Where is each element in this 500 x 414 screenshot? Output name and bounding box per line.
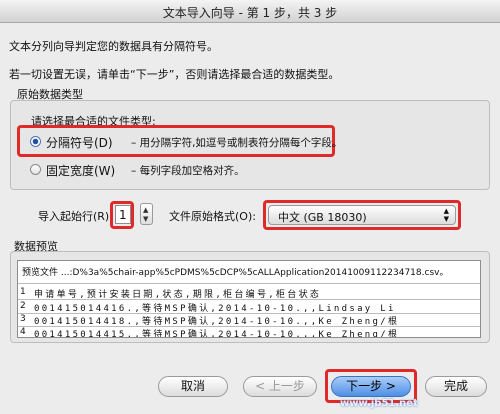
original-type-group: 请选择最合适的文件类型: 分隔符号(D) – 用分隔字符,如逗号或制表符分隔每个… bbox=[10, 100, 490, 190]
title-bar: 文本导入向导 - 第 1 步，共 3 步 bbox=[0, 0, 500, 23]
stepper-down-icon[interactable]: ▼ bbox=[143, 216, 148, 223]
preview-divider bbox=[18, 283, 480, 284]
window-title: 文本导入向导 - 第 1 步，共 3 步 bbox=[162, 6, 338, 20]
start-row-label: 导入起始行(R): bbox=[38, 210, 113, 223]
preview-row-number: 4 bbox=[20, 327, 26, 337]
file-origin-value: 中文 (GB 18030) bbox=[278, 211, 367, 224]
file-origin-select[interactable]: 中文 (GB 18030) ▲ ▼ bbox=[268, 205, 456, 225]
preview-row-number: 1 bbox=[20, 287, 26, 297]
preview-row-number: 3 bbox=[20, 314, 26, 324]
watermark-logo: www.jb51.net bbox=[340, 398, 418, 409]
fixed-width-description: – 每列字段加空格对齐。 bbox=[131, 165, 245, 177]
delimited-radio[interactable] bbox=[30, 136, 41, 147]
start-row-input[interactable]: 1 bbox=[115, 205, 131, 224]
preview-divider bbox=[18, 299, 480, 300]
file-origin-label: 文件原始格式(O): bbox=[169, 210, 256, 223]
select-arrows-icon: ▲ ▼ bbox=[443, 207, 449, 223]
delimited-description: – 用分隔字符,如逗号或制表符分隔每个字段。 bbox=[131, 137, 343, 149]
preview-file-path: 预览文件 ...:D%3a%5chair-app%5cPDMS%5cDCP%5c… bbox=[22, 268, 449, 278]
watermark-text: www.jb51.net bbox=[340, 398, 418, 409]
fixed-width-label[interactable]: 固定宽度(W) bbox=[46, 162, 115, 179]
fixed-width-radio[interactable] bbox=[30, 164, 41, 175]
start-row-value: 1 bbox=[119, 208, 127, 222]
next-button[interactable]: 下一步 > bbox=[331, 376, 411, 397]
finish-button[interactable]: 完成 bbox=[425, 376, 487, 397]
back-button[interactable]: < 上一步 bbox=[243, 376, 317, 397]
preview-row-number: 2 bbox=[20, 301, 26, 311]
preview-area[interactable]: 预览文件 ...:D%3a%5chair-app%5cPDMS%5cDCP%5c… bbox=[17, 260, 481, 338]
intro-line-1: 文本分列向导判定您的数据具有分隔符号。 bbox=[9, 40, 218, 53]
preview-group: 预览文件 ...:D%3a%5chair-app%5cPDMS%5cDCP%5c… bbox=[10, 251, 490, 343]
cancel-button[interactable]: 取消 bbox=[158, 376, 228, 397]
intro-line-2: 若一切设置无误，请单击“下一步”，否则请选择最合适的数据类型。 bbox=[9, 68, 340, 81]
stepper-up-icon[interactable]: ▲ bbox=[143, 207, 148, 214]
delimited-label[interactable]: 分隔符号(D) bbox=[46, 134, 113, 151]
start-row-stepper[interactable]: ▲ ▼ bbox=[140, 203, 153, 225]
preview-row-text: 001415014415.,等待MSP确认,2014-10-10.,,Ke Zh… bbox=[34, 330, 400, 338]
